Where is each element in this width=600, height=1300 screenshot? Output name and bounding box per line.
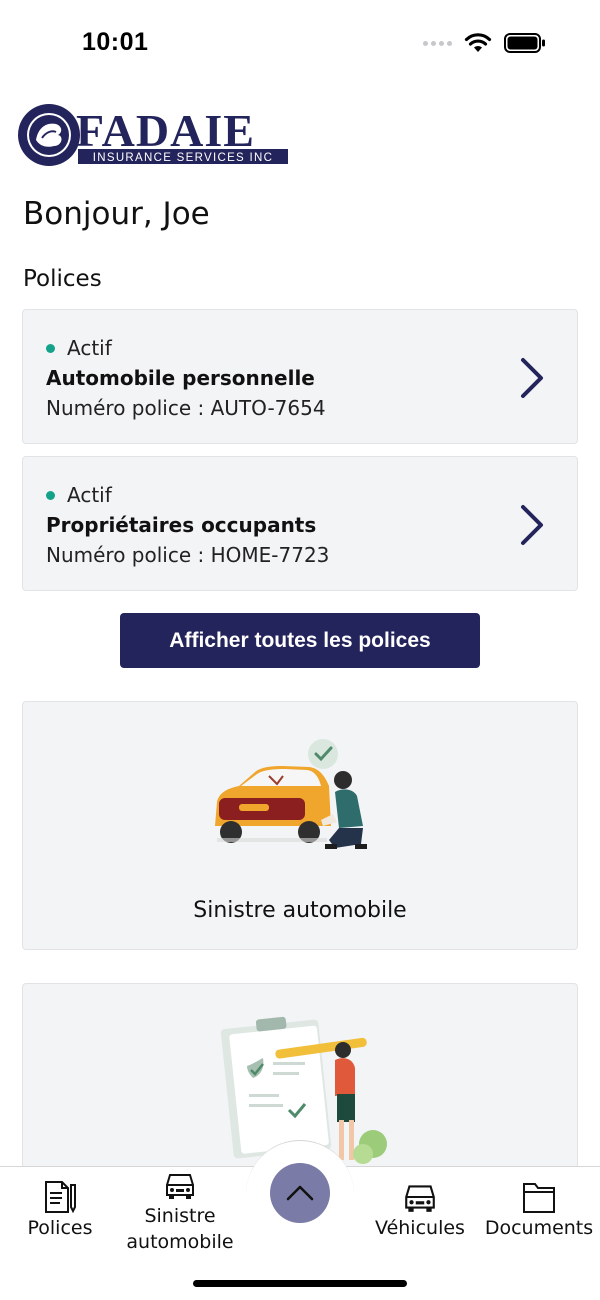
policy-number-row: Numéro police : AUTO-7654: [46, 396, 326, 420]
policy-status: Actif: [46, 336, 112, 360]
car-icon: [166, 1174, 194, 1199]
greeting-text: Bonjour, Joe: [23, 196, 210, 232]
active-status-dot: [46, 343, 55, 353]
view-all-policies-button[interactable]: Afficher toutes les polices: [120, 613, 480, 668]
policy-number-label: Numéro police :: [46, 543, 211, 567]
folder-icon: [523, 1183, 555, 1213]
policy-card-home[interactable]: Actif Propriétaires occupants Numéro pol…: [22, 456, 578, 591]
nav-label-policies: Polices: [27, 1217, 93, 1239]
cellular-signal-icon: [423, 40, 452, 46]
home-indicator: [193, 1280, 407, 1287]
auto-claim-tile[interactable]: Sinistre automobile: [22, 701, 578, 950]
policy-number: HOME-7723: [210, 543, 330, 567]
svg-text:FADAIE: FADAIE: [76, 105, 255, 156]
policy-name: Propriétaires occupants: [46, 513, 317, 537]
policy-status-label: Actif: [67, 336, 112, 360]
nav-label-auto-claim: Sinistre automobile: [126, 1205, 234, 1253]
nav-item-policies[interactable]: Polices: [20, 1179, 100, 1241]
policy-number-row: Numéro police : HOME-7723: [46, 543, 329, 567]
status-bar: 10:01: [0, 0, 600, 88]
policy-number-label: Numéro police :: [46, 396, 211, 420]
nav-item-vehicles[interactable]: Véhicules: [372, 1179, 468, 1241]
policy-status-label: Actif: [67, 483, 112, 507]
policy-card-auto[interactable]: Actif Automobile personnelle Numéro poli…: [22, 309, 578, 444]
status-icons: [423, 32, 546, 54]
policies-section-title: Polices: [23, 266, 102, 292]
nav-item-documents[interactable]: Documents: [484, 1179, 594, 1241]
document-pencil-icon: [45, 1181, 76, 1214]
expand-menu-button[interactable]: [270, 1163, 330, 1223]
policy-name: Automobile personnelle: [46, 366, 315, 390]
nav-label-vehicles: Véhicules: [375, 1217, 465, 1239]
car-inspection-illustration: [215, 739, 367, 849]
policy-status: Actif: [46, 483, 112, 507]
nav-item-auto-claim[interactable]: Sinistre automobile: [115, 1171, 245, 1255]
nav-label-documents: Documents: [484, 1217, 594, 1239]
policy-number: AUTO-7654: [210, 396, 326, 420]
active-status-dot: [46, 490, 55, 500]
svg-text:INSURANCE SERVICES INC: INSURANCE SERVICES INC: [93, 152, 273, 164]
fadaie-logo: FADAIE INSURANCE SERVICES INC: [16, 102, 292, 168]
car-icon: [405, 1185, 435, 1212]
auto-claim-label: Sinistre automobile: [193, 898, 407, 923]
wifi-icon: [464, 33, 492, 52]
chevron-right-icon[interactable]: [517, 503, 547, 547]
status-time: 10:01: [82, 28, 149, 56]
chevron-right-icon[interactable]: [517, 356, 547, 400]
chevron-up-icon: [286, 1185, 314, 1201]
battery-icon: [504, 33, 545, 53]
